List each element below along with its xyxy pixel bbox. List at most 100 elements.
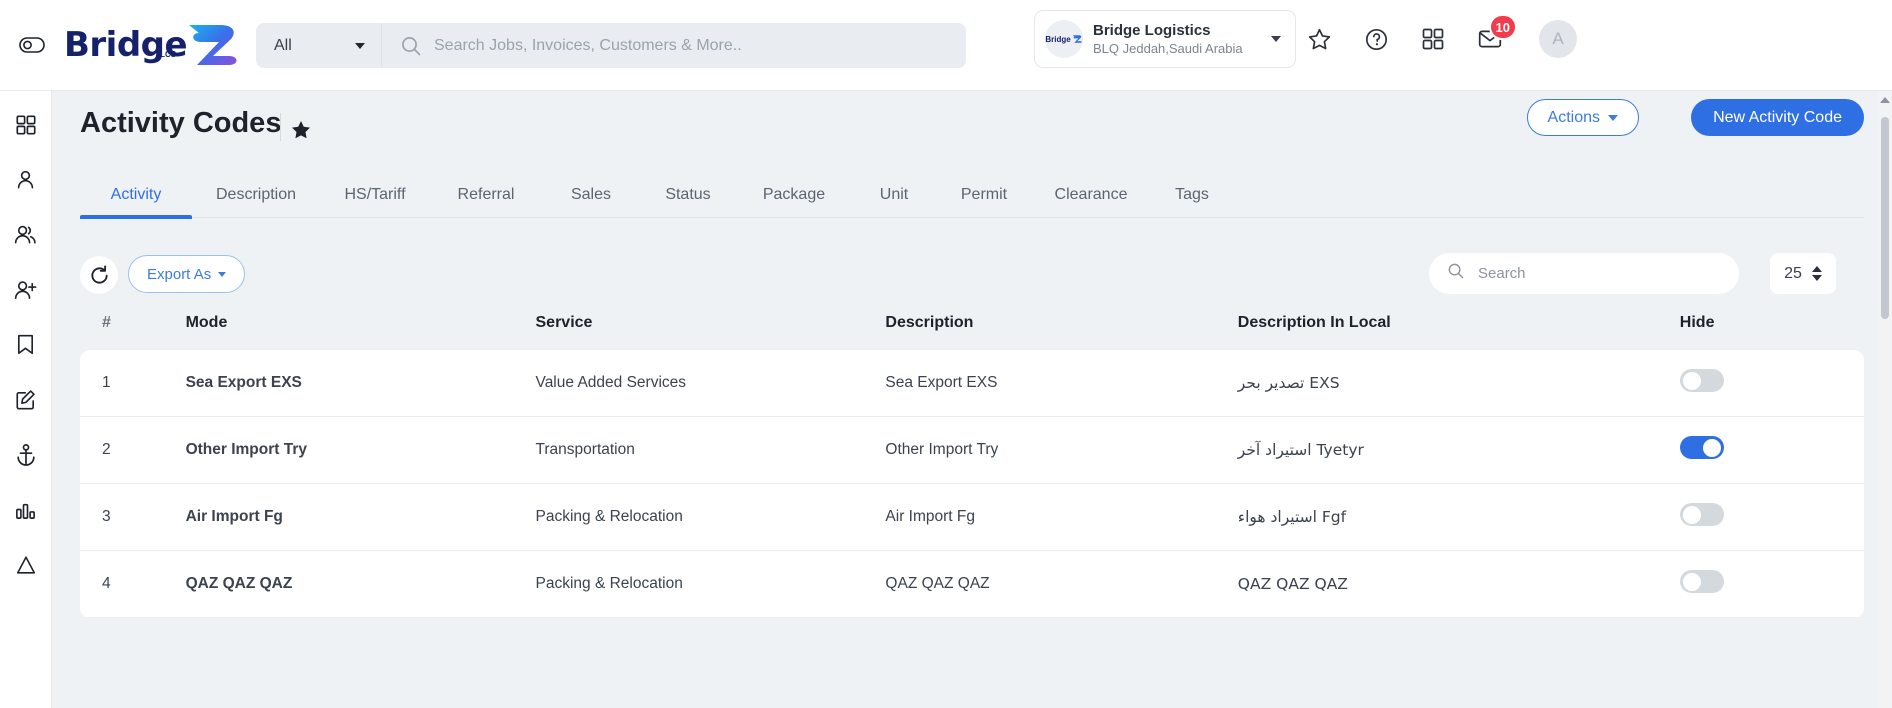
sidebar-item-reports[interactable] <box>0 482 52 537</box>
table-row[interactable]: 4 QAZ QAZ QAZ Packing & Relocation QAZ QAZ … <box>80 550 1864 618</box>
tab-package[interactable]: Package <box>736 186 852 218</box>
row-service: Packing & Relocation <box>535 483 886 551</box>
global-search-input[interactable] <box>432 24 966 67</box>
scroll-up-arrow-icon[interactable] <box>1880 97 1890 103</box>
tab-sales[interactable]: Sales <box>542 186 640 218</box>
column-header-hide[interactable]: Hide <box>1680 314 1864 350</box>
row-service: Value Added Services <box>535 350 886 417</box>
brand-logo[interactable]: Bridge LCS <box>64 22 243 68</box>
favorite-toggle-button[interactable] <box>290 119 312 146</box>
table-row[interactable]: 3 Air Import Fg Packing & Relocation Air Im… <box>80 483 1864 551</box>
page-size-value: 25 <box>1784 264 1802 282</box>
sidebar-toggle-button[interactable] <box>10 37 54 53</box>
user-avatar[interactable]: A <box>1539 20 1577 58</box>
tab-bar: Activity Description HS/Tariff Referral Sale… <box>80 163 1864 219</box>
row-hide-cell <box>1679 350 1864 417</box>
hide-toggle[interactable] <box>1679 503 1724 526</box>
sidebar-item-add-user[interactable] <box>0 262 52 317</box>
hide-toggle[interactable] <box>1679 369 1724 392</box>
row-service: Transportation <box>535 416 886 484</box>
chevron-down-icon <box>355 42 365 49</box>
row-mode: QAZ QAZ QAZ <box>185 550 536 618</box>
dashboard-grid-icon <box>15 114 36 135</box>
apps-button[interactable] <box>1419 25 1447 53</box>
unread-count-badge: 10 <box>1488 14 1517 40</box>
row-mode: Air Import Fg <box>185 483 536 551</box>
help-icon <box>1365 28 1387 50</box>
tab-status[interactable]: Status <box>640 186 736 218</box>
column-header-description[interactable]: Description <box>885 314 1237 350</box>
table-search-input[interactable] <box>1476 264 1721 283</box>
user-add-icon <box>14 280 37 299</box>
search-scope-dropdown[interactable]: All <box>256 23 381 68</box>
edit-square-icon <box>16 390 35 410</box>
table-row[interactable]: 2 Other Import Try Transportation Other Imp… <box>80 416 1864 484</box>
vertical-scrollbar[interactable] <box>1878 91 1892 708</box>
column-header-service[interactable]: Service <box>536 314 886 350</box>
tab-unit[interactable]: Unit <box>852 186 936 218</box>
tab-activity[interactable]: Activity <box>80 186 192 219</box>
column-header-[interactable]: # <box>80 314 186 350</box>
star-filled-icon <box>292 121 310 139</box>
sidebar-item-customers[interactable] <box>0 207 52 262</box>
brand-mark-small-icon <box>1072 35 1082 43</box>
chevron-down-icon <box>218 271 227 277</box>
sidebar-item-edit[interactable] <box>0 372 52 427</box>
organization-name: Bridge Logistics <box>1093 21 1211 39</box>
messages-button[interactable]: 10 <box>1476 14 1517 53</box>
favorites-button[interactable] <box>1305 25 1333 53</box>
triangle-icon <box>16 555 35 574</box>
brand-mark-icon <box>189 25 237 65</box>
sidebar-item-contacts[interactable] <box>0 152 52 207</box>
row-description: Other Import Try <box>885 416 1238 484</box>
bookmark-icon <box>18 334 33 355</box>
brand-name: Bridge <box>64 25 188 65</box>
sidebar-item-bookmarks[interactable] <box>0 317 52 372</box>
tab-referral[interactable]: Referral <box>430 186 542 218</box>
star-icon <box>1308 28 1330 49</box>
row-service: Packing & Relocation <box>535 550 886 618</box>
row-mode: Sea Export EXS <box>185 350 536 417</box>
organization-avatar-text: Bridge <box>1045 34 1071 44</box>
row-index: 3 <box>80 483 186 551</box>
tab-list: Activity Description HS/Tariff Referral Sale… <box>80 163 1864 219</box>
tab-tags[interactable]: Tags <box>1150 186 1234 218</box>
sidebar-item-dashboard[interactable] <box>0 97 52 152</box>
brand-subtext: LCS <box>160 49 177 59</box>
row-index: 2 <box>80 416 186 484</box>
hide-toggle[interactable] <box>1679 570 1724 593</box>
column-header-description-in-local[interactable]: Description In Local <box>1238 314 1680 350</box>
anchor-icon <box>16 443 35 466</box>
sidebar-item-shipping[interactable] <box>0 427 52 482</box>
refresh-icon <box>90 264 108 284</box>
tab-permit[interactable]: Permit <box>936 186 1032 218</box>
bar-chart-icon <box>16 503 35 519</box>
search-icon <box>400 35 422 57</box>
new-activity-code-button[interactable]: New Activity Code <box>1691 99 1864 136</box>
row-description-local: تصدير بحر EXS <box>1237 350 1680 417</box>
table-row[interactable]: 1 Sea Export EXS Value Added Services Sea E… <box>80 350 1864 417</box>
tab-description[interactable]: Description <box>192 186 320 218</box>
export-as-button[interactable]: Export As <box>128 255 246 293</box>
hide-toggle[interactable] <box>1679 436 1724 459</box>
page-size-selector[interactable]: 25 <box>1770 253 1836 294</box>
divider <box>280 113 281 141</box>
column-header-mode[interactable]: Mode <box>186 314 536 350</box>
left-icon-rail <box>0 91 52 708</box>
row-description-local: استيراد هواء Fgf <box>1237 483 1680 551</box>
page-title: Activity Codes <box>80 107 282 139</box>
row-hide-cell <box>1679 416 1864 484</box>
search-scope-label: All <box>274 36 292 54</box>
scrollbar-thumb[interactable] <box>1881 117 1889 319</box>
divider <box>381 23 382 68</box>
table-toolbar: Export As 25 <box>80 218 1864 314</box>
row-index: 1 <box>80 350 186 417</box>
tab-hs-tariff[interactable]: HS/Tariff <box>320 186 430 218</box>
actions-button[interactable]: Actions <box>1526 99 1639 136</box>
tab-clearance[interactable]: Clearance <box>1032 186 1150 218</box>
organization-selector[interactable]: Bridge Bridge Logistics BLQ Jeddah,Saudi… <box>1034 10 1296 68</box>
row-description: Sea Export EXS <box>885 350 1238 417</box>
sidebar-item-alerts[interactable] <box>0 537 52 592</box>
help-button[interactable] <box>1362 25 1390 53</box>
refresh-button[interactable] <box>80 256 118 294</box>
